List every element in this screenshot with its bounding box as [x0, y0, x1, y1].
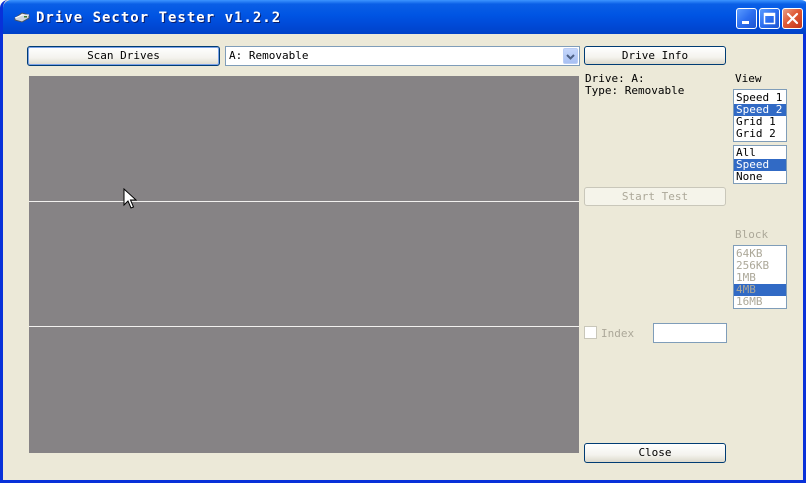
drive-info-button[interactable]: Drive Info — [584, 46, 726, 65]
title-bar[interactable]: Drive Sector Tester v1.2.2 — [3, 0, 806, 34]
drive-select-value: A: Removable — [229, 49, 309, 62]
block-heading: Block — [735, 228, 769, 241]
index-label: Index — [601, 327, 635, 340]
chevron-down-icon — [566, 54, 575, 60]
main-window: Drive Sector Tester v1.2.2 Scan Drives A… — [0, 0, 806, 483]
index-checkbox[interactable] — [584, 326, 597, 339]
start-test-button[interactable]: Start Test — [584, 187, 726, 206]
sector-graph[interactable] — [29, 76, 579, 453]
graph-gridline — [29, 201, 579, 202]
block-size-list[interactable]: 64KB 256KB 1MB 4MB 16MB — [733, 245, 787, 309]
drive-select[interactable]: A: Removable — [225, 46, 580, 66]
view-filter-option[interactable]: None — [734, 171, 786, 183]
view-filter-list[interactable]: All Speed None — [733, 145, 787, 184]
view-mode-option[interactable]: Grid 2 — [734, 128, 786, 140]
dropdown-button[interactable] — [563, 48, 578, 64]
close-window-button[interactable] — [782, 8, 803, 29]
minimize-button[interactable] — [736, 8, 757, 29]
scan-drives-button[interactable]: Scan Drives — [27, 46, 220, 66]
block-size-option[interactable]: 16MB — [734, 296, 786, 308]
maximize-button[interactable] — [759, 8, 780, 29]
index-input[interactable] — [653, 323, 727, 343]
close-button[interactable]: Close — [584, 443, 726, 463]
type-label: Type: Removable — [585, 84, 685, 97]
maximize-icon — [763, 12, 776, 25]
graph-gridline — [29, 326, 579, 327]
app-drive-icon — [13, 9, 31, 25]
window-title: Drive Sector Tester v1.2.2 — [36, 10, 282, 26]
mouse-cursor-icon — [123, 188, 137, 209]
view-heading: View — [735, 72, 762, 85]
view-mode-list[interactable]: Speed 1 Speed 2 Grid 1 Grid 2 — [733, 89, 787, 142]
close-icon — [786, 12, 799, 25]
minimize-icon — [742, 21, 749, 24]
